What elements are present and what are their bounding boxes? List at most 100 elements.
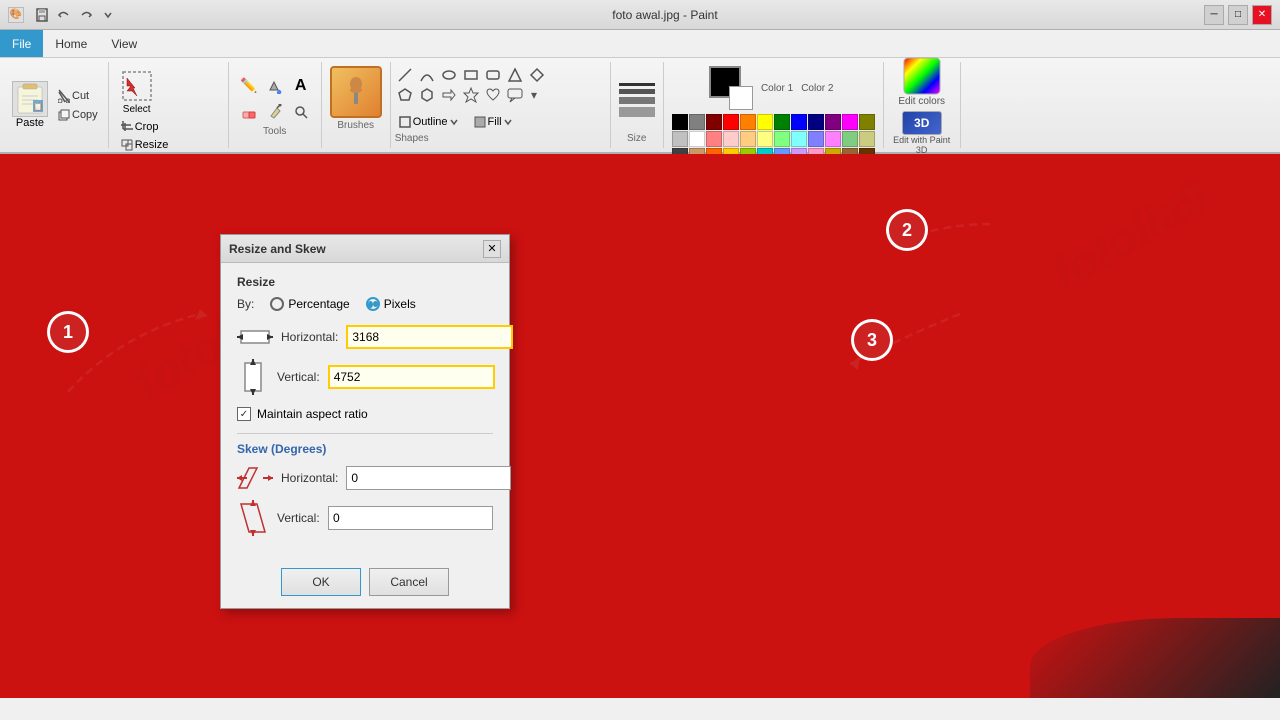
size-1[interactable] <box>619 83 655 86</box>
color-swatch-4[interactable] <box>740 114 756 130</box>
color-swatch-1[interactable] <box>689 114 705 130</box>
outline-button[interactable]: Outline <box>395 115 462 129</box>
size-3[interactable] <box>619 97 655 104</box>
shape-rect2[interactable] <box>483 66 503 84</box>
redo-button[interactable] <box>76 6 96 24</box>
shape-line[interactable] <box>395 66 415 84</box>
ok-button[interactable]: OK <box>281 568 361 596</box>
edit-paint3d-button[interactable]: 3D Edit with Paint 3D <box>892 111 952 155</box>
shape-star4[interactable] <box>461 86 481 104</box>
window-title: foto awal.jpg - Paint <box>126 8 1204 22</box>
percentage-label: Percentage <box>288 297 349 311</box>
color-swatch-13[interactable] <box>689 131 705 147</box>
canvas-area: fotolia9 fotolia9 1 2 3 <box>0 154 1280 698</box>
maintain-aspect-checkbox[interactable] <box>237 407 251 421</box>
color-swatch-11[interactable] <box>859 114 875 130</box>
color-swatch-17[interactable] <box>757 131 773 147</box>
tools-label: Tools <box>263 126 286 137</box>
edit-colors-button[interactable]: Edit colors <box>898 56 945 107</box>
color-swatch-14[interactable] <box>706 131 722 147</box>
pencil-tool[interactable]: ✏️ <box>237 74 261 98</box>
undo-button[interactable] <box>54 6 74 24</box>
select-label: Select <box>123 104 151 115</box>
paste-icon: 📋 <box>12 81 48 117</box>
size-4[interactable] <box>619 107 655 117</box>
copy-button[interactable]: Copy <box>56 106 100 124</box>
paint3d-icon: 3D <box>902 111 942 135</box>
color-swatch-5[interactable] <box>757 114 773 130</box>
save-button[interactable] <box>32 6 52 24</box>
shape-heart[interactable] <box>483 86 503 104</box>
magnify-tool[interactable] <box>289 100 313 124</box>
color-swatch-9[interactable] <box>825 114 841 130</box>
color-swatch-6[interactable] <box>774 114 790 130</box>
colors-group: Color 1 Color 2 Colors <box>664 62 884 148</box>
color-swatch-8[interactable] <box>808 114 824 130</box>
color-swatch-18[interactable] <box>774 131 790 147</box>
horizontal-input[interactable] <box>346 325 513 349</box>
crop-button[interactable]: Crop <box>117 119 220 135</box>
menu-file[interactable]: File <box>0 30 43 57</box>
image-group: Select Crop Resize <box>109 62 229 148</box>
cut-button[interactable]: Cut <box>56 87 100 105</box>
shape-triangle[interactable] <box>505 66 525 84</box>
vertical-input[interactable] <box>328 365 495 389</box>
color-swatch-10[interactable] <box>842 114 858 130</box>
edit-paint3d-label: Edit with Paint 3D <box>892 135 952 155</box>
pixels-radio[interactable]: Pixels <box>366 297 416 311</box>
tools-group: ✏️ A <box>229 62 322 148</box>
pixels-label: Pixels <box>384 297 416 311</box>
skew-horizontal-input[interactable] <box>346 466 511 490</box>
color-swatch-21[interactable] <box>825 131 841 147</box>
text-tool[interactable]: A <box>289 74 313 98</box>
vertical-resize-row: Vertical: <box>237 359 493 395</box>
image-group-top: Select <box>117 66 220 117</box>
maximize-button[interactable]: □ <box>1228 5 1248 25</box>
color-swatch-12[interactable] <box>672 131 688 147</box>
shape-hexagon[interactable] <box>417 86 437 104</box>
close-button[interactable]: ✕ <box>1252 5 1272 25</box>
select-button[interactable]: Select <box>117 66 157 117</box>
menu-view[interactable]: View <box>99 30 149 57</box>
color-picker-tool[interactable] <box>263 100 287 124</box>
percentage-radio[interactable]: Percentage <box>270 297 349 311</box>
color-swatch-19[interactable] <box>791 131 807 147</box>
fill-tool[interactable] <box>263 74 287 98</box>
size-2[interactable] <box>619 89 655 94</box>
dialog-close-button[interactable]: ✕ <box>483 240 501 258</box>
color-swatch-16[interactable] <box>740 131 756 147</box>
quick-access-dropdown[interactable] <box>98 6 118 24</box>
cancel-button[interactable]: Cancel <box>369 568 449 596</box>
color-swatch-22[interactable] <box>842 131 858 147</box>
skew-vertical-input[interactable] <box>328 506 493 530</box>
paste-button[interactable]: 📋 Paste <box>8 79 52 131</box>
eraser-tool[interactable] <box>237 100 261 124</box>
color-swatch-20[interactable] <box>808 131 824 147</box>
clipboard-small-buttons: Cut Copy <box>56 87 100 124</box>
shape-pentagon[interactable] <box>395 86 415 104</box>
resize-button[interactable]: Resize <box>117 137 220 153</box>
shape-diamond[interactable] <box>527 66 547 84</box>
shape-arrow-right[interactable] <box>439 86 459 104</box>
color2-swatch[interactable] <box>729 86 753 110</box>
vertical-resize-icon <box>237 359 269 395</box>
shape-rect[interactable] <box>461 66 481 84</box>
shape-oval[interactable] <box>439 66 459 84</box>
color-swatch-2[interactable] <box>706 114 722 130</box>
menu-home[interactable]: Home <box>43 30 99 57</box>
shape-speech[interactable] <box>505 86 525 104</box>
shape-more[interactable]: ▾ <box>527 86 547 104</box>
brushes-button[interactable]: Brushes <box>330 66 382 131</box>
shape-curve[interactable] <box>417 66 437 84</box>
color-swatch-23[interactable] <box>859 131 875 147</box>
color-swatch-0[interactable] <box>672 114 688 130</box>
minimize-button[interactable]: ─ <box>1204 5 1224 25</box>
color-swatch-15[interactable] <box>723 131 739 147</box>
svg-text:📋: 📋 <box>33 101 43 111</box>
dialog-titlebar: Resize and Skew ✕ <box>221 235 509 263</box>
skew-vertical-row: Vertical: <box>237 500 493 536</box>
color-swatch-3[interactable] <box>723 114 739 130</box>
color-swatch-7[interactable] <box>791 114 807 130</box>
fill-button[interactable]: Fill <box>470 115 516 129</box>
horizontal-label: Horizontal: <box>281 330 338 344</box>
